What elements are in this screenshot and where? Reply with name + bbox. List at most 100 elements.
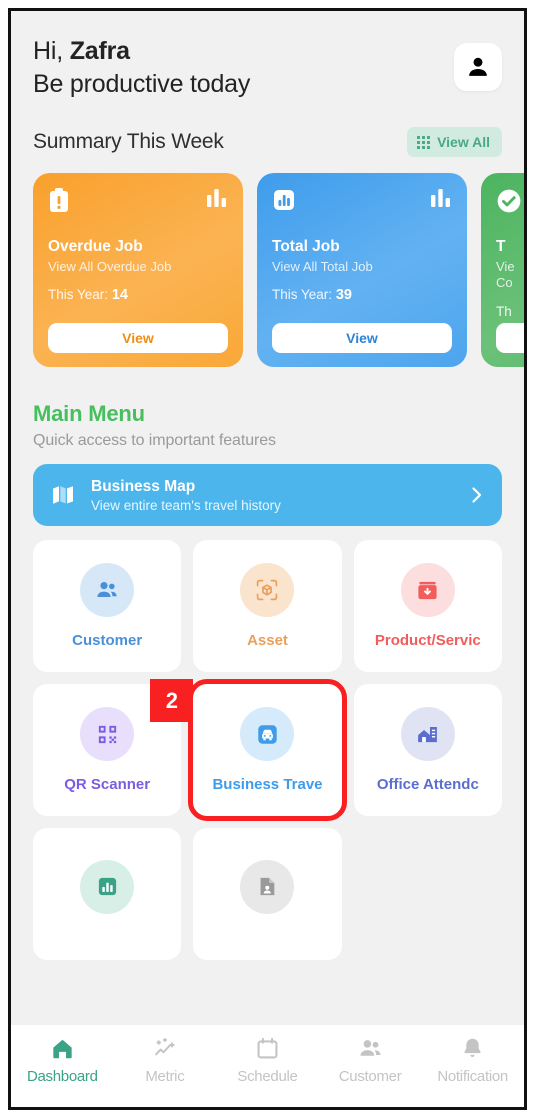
tile-office-attendance[interactable]: Office Attendc [353, 684, 502, 816]
nav-item-customer[interactable]: Customer [319, 1036, 422, 1085]
cube-scan-icon [255, 578, 279, 602]
nav-label: Metric [145, 1068, 185, 1085]
tile-label: Office Attendc [376, 776, 479, 793]
home-icon [50, 1036, 75, 1061]
card-stat-value: 39 [335, 287, 352, 304]
card-stat-label: This Year: [272, 287, 333, 303]
chart-box-icon [96, 875, 119, 898]
tile-label: Product/Servic [374, 632, 481, 649]
tile-icon-wrap [400, 707, 455, 761]
grid-icon [417, 135, 431, 149]
main-menu-subtitle: Quick access to important features [33, 432, 276, 449]
tile-document[interactable] [193, 828, 342, 960]
quick-access-grid: Customer Asset Product/Servic QR Scanner… [33, 540, 502, 960]
main-menu-title: Main Menu [33, 401, 145, 426]
nav-item-metric[interactable]: Metric [114, 1036, 217, 1085]
phone-frame: Hi, Zafra Be productive today Summary Th… [8, 8, 527, 1110]
document-user-icon [256, 875, 278, 898]
nav-item-notification[interactable]: Notification [421, 1036, 524, 1085]
business-map-card[interactable]: Business Map View entire team's travel h… [33, 464, 502, 526]
card-view-button[interactable] [496, 323, 524, 353]
chevron-right-icon [468, 485, 486, 505]
main-menu-header: Main Menu Quick access to important feat… [11, 401, 524, 450]
bar-chart-icon [206, 188, 228, 208]
greeting-line: Hi, Zafra [33, 37, 250, 66]
business-map-texts: Business Map View entire team's travel h… [91, 478, 452, 513]
header: Hi, Zafra Be productive today [11, 11, 524, 99]
greeting-block: Hi, Zafra Be productive today [33, 37, 250, 99]
nav-label: Schedule [237, 1068, 298, 1085]
business-map-title: Business Map [91, 477, 196, 495]
card-subtitle: View All Overdue Job [48, 259, 172, 274]
tile-label: Asset [247, 632, 288, 649]
bar-chart-box-icon [272, 188, 298, 216]
bar-chart-icon [430, 188, 452, 208]
tile-product-service[interactable]: Product/Servic [353, 540, 502, 672]
office-building-icon [416, 723, 439, 746]
nav-label: Dashboard [26, 1068, 98, 1085]
nav-label: Notification [437, 1068, 508, 1085]
tile-icon-wrap [240, 563, 295, 617]
summary-cards-carousel[interactable]: Overdue Job View All Overdue Job This Ye… [11, 173, 524, 367]
tile-business-travel[interactable]: 2 Business Trave [150, 679, 347, 821]
summary-title: Summary This Week [33, 130, 224, 153]
card-title: Overdue Job [48, 238, 143, 255]
tile-icon-wrap [80, 859, 135, 914]
app-screen: Hi, Zafra Be productive today Summary Th… [11, 11, 524, 1107]
card-icon-row [48, 188, 228, 216]
card-stat-label: This Year: [48, 287, 109, 303]
tagline: Be productive today [33, 70, 251, 98]
business-map-subtitle: View entire team's travel history [91, 497, 281, 513]
tile-report[interactable] [33, 828, 182, 960]
calendar-icon [255, 1036, 280, 1061]
nav-label: Customer [338, 1068, 402, 1085]
qr-code-icon [96, 723, 119, 746]
nav-item-dashboard[interactable]: Dashboard [11, 1036, 114, 1085]
greeting-prefix: Hi, [33, 37, 70, 65]
view-all-button[interactable]: View All [407, 127, 502, 157]
card-stat: This Year: 39 [272, 287, 452, 303]
card-view-button[interactable]: View [272, 323, 452, 353]
card-stat: Th [496, 303, 512, 319]
box-download-icon [416, 579, 439, 602]
card-title: Total Job [272, 238, 340, 255]
clipboard-alert-icon [48, 188, 74, 216]
user-name: Zafra [69, 37, 130, 65]
card-subtitle-line2: Co [496, 275, 513, 291]
car-front-icon [256, 723, 279, 746]
stat-card-total-completed-job[interactable]: T Vie Co Th [481, 173, 524, 367]
person-icon [465, 54, 491, 80]
card-stat: This Year: 14 [48, 287, 228, 303]
stat-card-total-job[interactable]: Total Job View All Total Job This Year: … [257, 173, 467, 367]
bottom-navigation: Dashboard Metric Schedule Customer Notif [11, 1025, 524, 1107]
card-icon-row [496, 188, 524, 216]
tile-icon-wrap [400, 563, 455, 617]
card-title: T [496, 238, 506, 255]
sparkle-chart-icon [152, 1036, 177, 1061]
people-icon [95, 578, 119, 602]
card-subtitle-line1: Vie [496, 259, 515, 274]
stat-card-overdue-job[interactable]: Overdue Job View All Overdue Job This Ye… [33, 173, 243, 367]
tile-icon-wrap [80, 707, 135, 761]
view-all-label: View All [437, 134, 490, 150]
tile-label: Business Trave [212, 776, 323, 793]
card-stat-value: 14 [111, 287, 128, 304]
tile-icon-wrap [240, 859, 295, 914]
tile-icon-wrap [80, 563, 135, 617]
check-circle-icon [496, 188, 522, 216]
tile-label: QR Scanner [64, 776, 151, 793]
avatar-button[interactable] [454, 43, 502, 91]
tile-asset[interactable]: Asset [193, 540, 342, 672]
card-subtitle: View All Total Job [272, 259, 373, 274]
card-view-button[interactable]: View [48, 323, 228, 353]
tile-customer[interactable]: Customer [33, 540, 182, 672]
map-icon [51, 483, 75, 507]
card-icon-row [272, 188, 452, 216]
people-icon [358, 1036, 383, 1061]
tile-icon-wrap [240, 707, 295, 761]
summary-header: Summary This Week View All [11, 127, 524, 157]
tile-label: Customer [72, 632, 143, 649]
step-badge: 2 [150, 679, 194, 722]
nav-item-schedule[interactable]: Schedule [216, 1036, 319, 1085]
bell-icon [460, 1036, 485, 1061]
